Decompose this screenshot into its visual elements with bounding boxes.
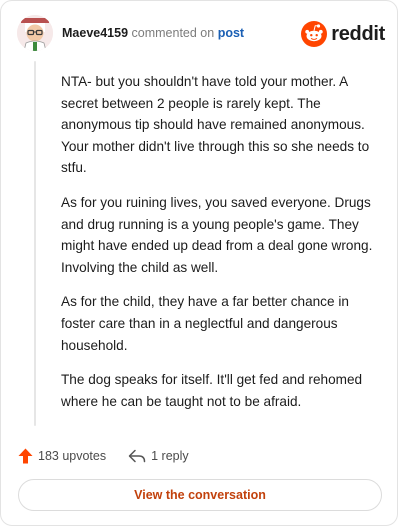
comment-header: Maeve4159 commented on post reddit <box>17 15 387 55</box>
reply-button[interactable]: 1 reply <box>128 449 189 463</box>
post-link[interactable]: post <box>218 26 244 40</box>
comment-paragraph: The dog speaks for itself. It'll get fed… <box>61 372 363 409</box>
user-avatar[interactable] <box>17 15 53 51</box>
comment-paragraph: As for you ruining lives, you saved ever… <box>61 194 373 275</box>
reddit-wordmark: reddit <box>331 22 385 45</box>
comment-paragraph: As for the child, they have a far better… <box>61 294 349 353</box>
comment-card: Maeve4159 commented on post reddit NTA- … <box>0 0 398 526</box>
comment-body: NTA- but you shouldn't have told your mo… <box>61 71 379 425</box>
reddit-logo-icon <box>301 21 328 47</box>
reply-arrow-icon <box>128 449 146 463</box>
upvote-arrow-icon <box>18 448 33 464</box>
thread-line <box>34 61 36 426</box>
view-conversation-button[interactable]: View the conversation <box>18 479 382 511</box>
upvote-button[interactable]: 183 upvotes <box>18 448 106 464</box>
commented-on-text: commented on <box>131 26 215 40</box>
reply-count: 1 reply <box>151 449 189 463</box>
comment-paragraph: NTA- but you shouldn't have told your mo… <box>61 74 370 176</box>
reddit-logo[interactable]: reddit <box>301 21 385 47</box>
upvote-count: 183 upvotes <box>38 449 107 463</box>
comment-actions: 183 upvotes 1 reply <box>18 445 211 467</box>
comment-byline: Maeve4159 commented on post <box>62 26 244 40</box>
username-link[interactable]: Maeve4159 <box>62 26 128 40</box>
